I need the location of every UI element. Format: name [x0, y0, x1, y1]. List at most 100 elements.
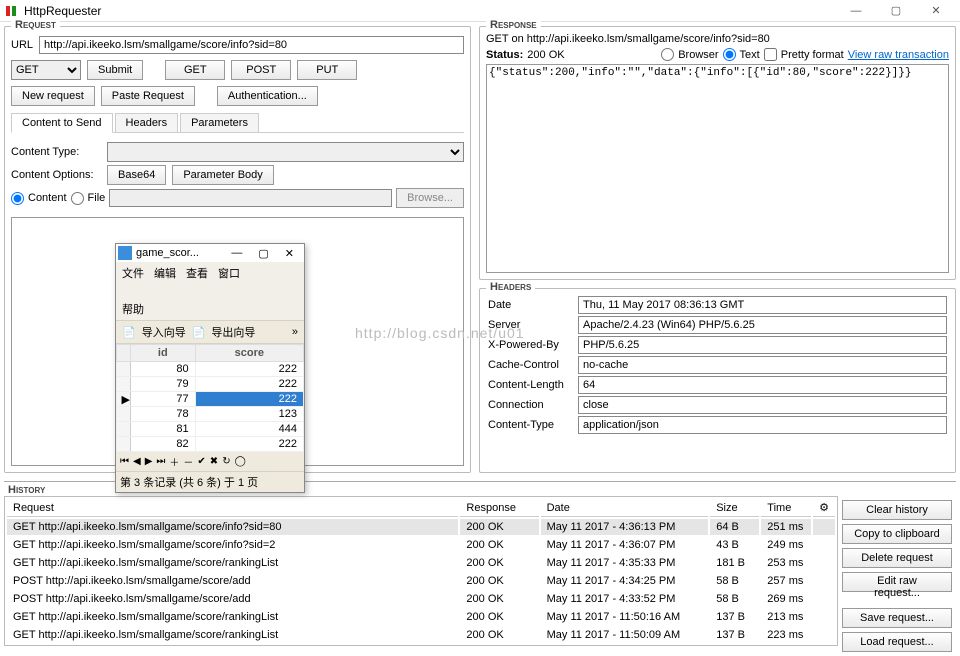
- authentication-button[interactable]: Authentication...: [217, 86, 318, 106]
- tab-headers[interactable]: Headers: [115, 113, 179, 132]
- maximize-button[interactable]: ▢: [876, 0, 916, 22]
- header-value-input[interactable]: [578, 316, 947, 334]
- history-col-header[interactable]: Response: [460, 499, 538, 517]
- url-label: URL: [11, 39, 33, 51]
- history-row[interactable]: GET http://api.ikeeko.lsm/smallgame/scor…: [7, 537, 835, 553]
- history-col-header[interactable]: Size: [710, 499, 759, 517]
- request-panel-title: Request: [11, 19, 60, 31]
- content-type-label: Content Type:: [11, 146, 101, 158]
- history-action-button[interactable]: Clear history: [842, 500, 952, 520]
- history-action-button[interactable]: Edit raw request...: [842, 572, 952, 592]
- export-wizard-button[interactable]: 导出向导: [211, 324, 255, 340]
- response-summary: GET on http://api.ikeeko.lsm/smallgame/s…: [486, 33, 949, 45]
- db-statusbar: 第 3 条记录 (共 6 条) 于 1 页: [116, 471, 304, 492]
- minimize-button[interactable]: —: [836, 0, 876, 22]
- text-radio[interactable]: [723, 48, 736, 61]
- header-value-input[interactable]: [578, 336, 947, 354]
- header-value-input[interactable]: [578, 376, 947, 394]
- new-request-button[interactable]: New request: [11, 86, 95, 106]
- history-row[interactable]: GET http://api.ikeeko.lsm/smallgame/scor…: [7, 555, 835, 571]
- history-col-header[interactable]: Time: [761, 499, 811, 517]
- tab-parameters[interactable]: Parameters: [180, 113, 259, 132]
- db-window-title: game_scor...: [136, 247, 223, 259]
- base64-button[interactable]: Base64: [107, 165, 166, 185]
- db-menu-item[interactable]: 帮助: [122, 301, 144, 317]
- db-col-header[interactable]: score: [195, 345, 303, 362]
- text-radio-label: Text: [740, 49, 760, 61]
- nav-refresh-icon[interactable]: ↻: [222, 456, 230, 467]
- header-key: Content-Length: [486, 375, 576, 395]
- header-key: X-Powered-By: [486, 335, 576, 355]
- db-more-icon[interactable]: »: [292, 326, 298, 338]
- db-menu-item[interactable]: 窗口: [218, 265, 240, 281]
- db-row[interactable]: 81444: [117, 422, 304, 437]
- import-wizard-button[interactable]: 导入向导: [142, 324, 186, 340]
- history-row[interactable]: GET http://api.ikeeko.lsm/smallgame/scor…: [7, 627, 835, 643]
- header-key: Cache-Control: [486, 355, 576, 375]
- post-button[interactable]: POST: [231, 60, 291, 80]
- get-button[interactable]: GET: [165, 60, 225, 80]
- db-row[interactable]: ▶77222: [117, 392, 304, 407]
- close-button[interactable]: ✕: [916, 0, 956, 22]
- header-value-input[interactable]: [578, 296, 947, 314]
- history-table[interactable]: RequestResponseDateSizeTime⚙ GET http://a…: [4, 496, 838, 646]
- db-minimize-button[interactable]: —: [223, 247, 250, 259]
- history-col-settings[interactable]: ⚙: [813, 499, 835, 517]
- db-col-header[interactable]: id: [131, 345, 196, 362]
- db-menu: 文件编辑查看窗口帮助: [116, 262, 304, 320]
- nav-commit-icon[interactable]: ✔: [197, 456, 205, 467]
- nav-first-icon[interactable]: ⏮: [120, 456, 129, 467]
- history-row[interactable]: POST http://api.ikeeko.lsm/smallgame/sco…: [7, 573, 835, 589]
- db-row[interactable]: 82222: [117, 437, 304, 452]
- db-row[interactable]: 79222: [117, 377, 304, 392]
- header-value-input[interactable]: [578, 356, 947, 374]
- browser-radio-label: Browser: [678, 49, 718, 61]
- db-menu-item[interactable]: 编辑: [154, 265, 176, 281]
- nav-stop-icon[interactable]: ◯: [235, 456, 246, 467]
- db-row[interactable]: 78123: [117, 407, 304, 422]
- pretty-format-checkbox[interactable]: [764, 48, 777, 61]
- history-action-button[interactable]: Copy to clipboard: [842, 524, 952, 544]
- method-select[interactable]: GET: [11, 60, 81, 80]
- nav-prev-icon[interactable]: ◀: [133, 456, 141, 467]
- nav-last-icon[interactable]: ⏭: [156, 456, 165, 467]
- app-icon: [4, 4, 18, 18]
- db-row[interactable]: 80222: [117, 362, 304, 377]
- history-row[interactable]: GET http://api.ikeeko.lsm/smallgame/scor…: [7, 609, 835, 625]
- file-radio[interactable]: [71, 192, 84, 205]
- db-close-button[interactable]: ✕: [277, 247, 302, 260]
- header-key: Server: [486, 315, 576, 335]
- history-col-header[interactable]: Date: [541, 499, 709, 517]
- nav-cancel-icon[interactable]: ✖: [210, 456, 218, 467]
- history-action-button[interactable]: Save request...: [842, 608, 952, 628]
- header-value-input[interactable]: [578, 416, 947, 434]
- nav-add-icon[interactable]: ＋: [169, 454, 179, 469]
- status-value: 200 OK: [527, 49, 564, 61]
- db-menu-item[interactable]: 查看: [186, 265, 208, 281]
- put-button[interactable]: PUT: [297, 60, 357, 80]
- history-row[interactable]: POST http://api.ikeeko.lsm/smallgame/sco…: [7, 591, 835, 607]
- view-raw-link[interactable]: View raw transaction: [848, 49, 949, 61]
- tab-content-to-send[interactable]: Content to Send: [11, 113, 113, 133]
- headers-panel-title: Headers: [486, 281, 535, 293]
- db-menu-item[interactable]: 文件: [122, 265, 144, 281]
- parameter-body-button[interactable]: Parameter Body: [172, 165, 273, 185]
- content-type-select[interactable]: [107, 142, 464, 162]
- url-input[interactable]: [39, 36, 464, 54]
- db-window[interactable]: game_scor... — ▢ ✕ 文件编辑查看窗口帮助 📄 导入向导 📄 导…: [115, 243, 305, 493]
- nav-delete-icon[interactable]: －: [183, 454, 193, 469]
- paste-request-button[interactable]: Paste Request: [101, 86, 195, 106]
- submit-button[interactable]: Submit: [87, 60, 143, 80]
- history-col-header[interactable]: Request: [7, 499, 458, 517]
- db-maximize-button[interactable]: ▢: [250, 247, 276, 260]
- history-row[interactable]: GET http://api.ikeeko.lsm/smallgame/scor…: [7, 519, 835, 535]
- nav-next-icon[interactable]: ▶: [145, 456, 153, 467]
- response-body-textarea[interactable]: {"status":200,"info":"","data":{"info":[…: [486, 64, 949, 273]
- content-radio[interactable]: [11, 192, 24, 205]
- history-action-button[interactable]: Load request...: [842, 632, 952, 652]
- history-action-button[interactable]: Delete request: [842, 548, 952, 568]
- header-value-input[interactable]: [578, 396, 947, 414]
- pretty-format-label: Pretty format: [781, 49, 844, 61]
- db-grid[interactable]: idscore8022279222▶77222781238144482222: [116, 344, 304, 452]
- browser-radio[interactable]: [661, 48, 674, 61]
